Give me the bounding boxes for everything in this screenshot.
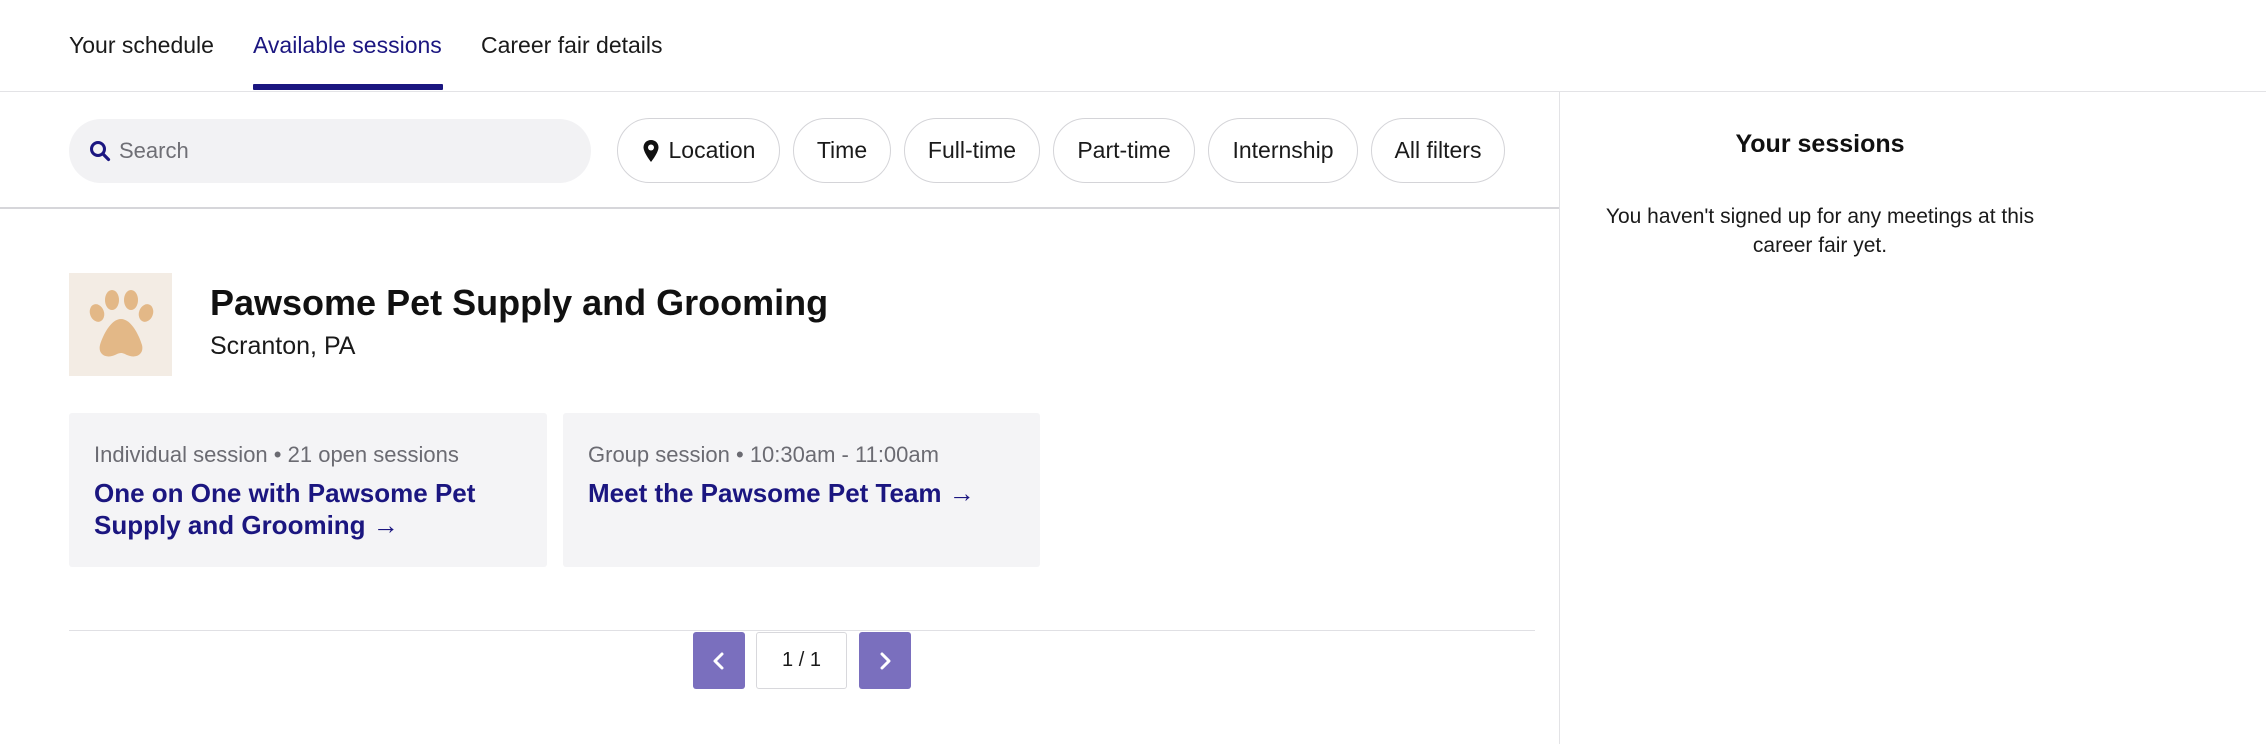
page-indicator: 1 / 1 bbox=[756, 632, 847, 689]
search-input[interactable] bbox=[119, 119, 569, 183]
tab-career-fair-details[interactable]: Career fair details bbox=[481, 32, 663, 59]
tab-available-sessions[interactable]: Available sessions bbox=[253, 32, 442, 59]
session-detail: 21 open sessions bbox=[287, 442, 459, 467]
employer-name: Pawsome Pet Supply and Grooming bbox=[210, 282, 829, 323]
main-content: Location Time Full-time Part-time Intern… bbox=[0, 92, 1560, 744]
sessions-sidebar: Your sessions You haven't signed up for … bbox=[1559, 92, 2266, 744]
filter-chip-time[interactable]: Time bbox=[793, 118, 891, 183]
filter-chip-part-time[interactable]: Part-time bbox=[1053, 118, 1195, 183]
location-pin-icon bbox=[643, 139, 659, 162]
chevron-right-icon bbox=[880, 652, 891, 669]
search-box[interactable] bbox=[69, 119, 591, 183]
filter-bar: Location Time Full-time Part-time Intern… bbox=[0, 92, 1560, 209]
session-card-individual[interactable]: Individual session • 21 open sessions On… bbox=[69, 413, 547, 567]
sidebar-empty-message: You haven't signed up for any meetings a… bbox=[1605, 205, 2035, 257]
session-detail: 10:30am - 11:00am bbox=[749, 442, 939, 467]
filter-chip-full-time[interactable]: Full-time bbox=[904, 118, 1040, 183]
session-type: Group session bbox=[588, 442, 730, 467]
filter-chip-location[interactable]: Location bbox=[617, 118, 780, 183]
next-page-button[interactable] bbox=[859, 632, 911, 689]
active-tab-indicator bbox=[253, 84, 443, 90]
session-meta: Individual session • 21 open sessions bbox=[94, 442, 459, 468]
employer-logo bbox=[69, 273, 172, 376]
sidebar-title: Your sessions bbox=[1735, 130, 1905, 158]
session-title-link[interactable]: Meet the Pawsome Pet Team → bbox=[588, 477, 1018, 509]
chevron-left-icon bbox=[713, 652, 724, 669]
filter-chip-internship[interactable]: Internship bbox=[1208, 118, 1358, 183]
tab-your-schedule[interactable]: Your schedule bbox=[69, 32, 214, 59]
session-title-link[interactable]: One on One with Pawsome Pet Supply and G… bbox=[94, 477, 504, 541]
previous-page-button[interactable] bbox=[693, 632, 745, 689]
top-nav: Your schedule Available sessions Career … bbox=[0, 0, 2266, 92]
bullet-separator: • bbox=[735, 442, 750, 467]
session-type: Individual session bbox=[94, 442, 268, 467]
session-card-group[interactable]: Group session • 10:30am - 11:00am Meet t… bbox=[563, 413, 1040, 567]
employer-location: Scranton, PA bbox=[210, 332, 356, 360]
pagination-divider bbox=[69, 630, 1535, 631]
search-icon bbox=[90, 141, 111, 162]
session-meta: Group session • 10:30am - 11:00am bbox=[588, 442, 939, 468]
filter-chip-all-filters[interactable]: All filters bbox=[1371, 118, 1505, 183]
bullet-separator: • bbox=[273, 442, 288, 467]
filter-chip-label: Location bbox=[668, 137, 756, 163]
paw-icon bbox=[89, 289, 153, 356]
